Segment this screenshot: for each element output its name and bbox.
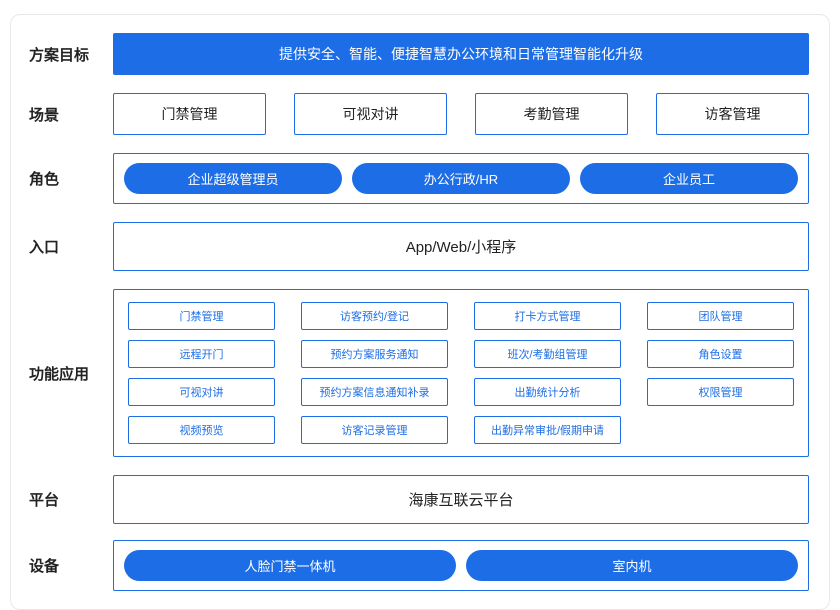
- function-blank: [647, 416, 794, 444]
- role-pill: 企业超级管理员: [124, 163, 342, 194]
- function-item: 出勤统计分析: [474, 378, 621, 406]
- scene-box: 考勤管理: [475, 93, 628, 135]
- scene-box: 门禁管理: [113, 93, 266, 135]
- function-item: 班次/考勤组管理: [474, 340, 621, 368]
- function-item: 视频预览: [128, 416, 275, 444]
- function-item: 访客记录管理: [301, 416, 448, 444]
- scene-box: 可视对讲: [294, 93, 447, 135]
- label-platform: 平台: [29, 475, 113, 524]
- goal-banner: 提供安全、智能、便捷智慧办公环境和日常管理智能化升级: [113, 33, 809, 75]
- functions-container: 门禁管理访客预约/登记打卡方式管理团队管理远程开门预约方案服务通知班次/考勤组管…: [113, 289, 809, 457]
- function-item: 预约方案信息通知补录: [301, 378, 448, 406]
- function-item: 远程开门: [128, 340, 275, 368]
- label-goal: 方案目标: [29, 33, 113, 75]
- label-entry: 入口: [29, 222, 113, 271]
- device-pill: 人脸门禁一体机: [124, 550, 456, 581]
- entry-box: App/Web/小程序: [113, 222, 809, 271]
- function-item: 权限管理: [647, 378, 794, 406]
- diagram-frame: 方案目标 提供安全、智能、便捷智慧办公环境和日常管理智能化升级 场景 门禁管理 …: [10, 14, 830, 610]
- devices-container: 人脸门禁一体机 室内机: [113, 540, 809, 591]
- role-pill: 企业员工: [580, 163, 798, 194]
- label-devices: 设备: [29, 540, 113, 591]
- scene-box: 访客管理: [656, 93, 809, 135]
- platform-box: 海康互联云平台: [113, 475, 809, 524]
- function-item: 访客预约/登记: [301, 302, 448, 330]
- role-pill: 办公行政/HR: [352, 163, 570, 194]
- function-item: 角色设置: [647, 340, 794, 368]
- function-item: 打卡方式管理: [474, 302, 621, 330]
- function-item: 可视对讲: [128, 378, 275, 406]
- label-scenes: 场景: [29, 93, 113, 135]
- function-item: 出勤异常审批/假期申请: [474, 416, 621, 444]
- device-pill: 室内机: [466, 550, 798, 581]
- label-roles: 角色: [29, 153, 113, 204]
- function-item: 团队管理: [647, 302, 794, 330]
- roles-container: 企业超级管理员 办公行政/HR 企业员工: [113, 153, 809, 204]
- function-item: 预约方案服务通知: [301, 340, 448, 368]
- function-item: 门禁管理: [128, 302, 275, 330]
- label-functions: 功能应用: [29, 289, 113, 457]
